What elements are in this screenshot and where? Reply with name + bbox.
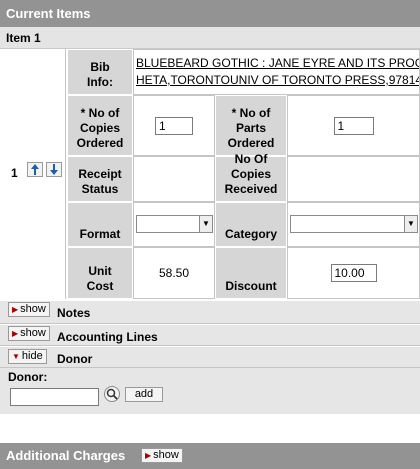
triangle-icon: ▶ <box>12 305 19 314</box>
bib-info-link-line1[interactable]: BLUEBEARD GOTHIC : JANE EYRE AND ITS PRO… <box>136 56 419 70</box>
donor-section-header: ▼ hide Donor <box>0 346 420 368</box>
add-donor-button[interactable]: add <box>125 387 163 402</box>
format-label: Format <box>67 202 133 247</box>
accounting-title: Accounting Lines <box>57 330 158 344</box>
current-items-title: Current Items <box>6 6 91 21</box>
unit-cost-label: Unit Cost <box>67 247 133 299</box>
copies-ordered-cell <box>133 95 215 156</box>
unit-cost-label-text: Unit Cost <box>86 264 114 293</box>
current-items-header: Current Items <box>0 0 420 27</box>
additional-charges-header: Additional Charges ▶ show <box>0 443 420 469</box>
receipt-status-cell <box>133 156 215 202</box>
format-select[interactable]: ▼ <box>136 215 213 233</box>
donor-input[interactable] <box>10 388 99 406</box>
parts-ordered-cell <box>287 95 420 156</box>
triangle-icon: ▶ <box>12 329 19 338</box>
copies-ordered-label-text: * No of Copies Ordered <box>76 106 124 150</box>
triangle-icon: ▼ <box>12 352 20 361</box>
copies-ordered-input[interactable] <box>155 116 193 135</box>
format-label-text: Format <box>79 227 121 241</box>
discount-cell <box>287 247 420 299</box>
copies-received-cell <box>287 156 420 202</box>
parts-ordered-input[interactable] <box>333 116 374 135</box>
receipt-status-label: Receipt Status <box>67 156 133 202</box>
donor-toggle-button[interactable]: ▼ hide <box>8 349 47 364</box>
unit-cost-value: 58.50 <box>158 266 190 280</box>
triangle-icon: ▶ <box>145 451 152 460</box>
category-label: Category <box>215 202 287 247</box>
category-select[interactable]: ▼ <box>290 215 418 233</box>
donor-panel: Donor: add <box>0 368 420 414</box>
notes-section: ▶ show Notes <box>0 300 420 324</box>
chevron-down-icon: ▼ <box>199 216 212 232</box>
bib-info-link-line2[interactable]: HETA,TORONTOUNIV OF TORONTO PRESS,97814 <box>136 73 419 87</box>
item-header: Item 1 <box>0 27 420 49</box>
additional-charges-toggle-label: show <box>153 449 179 461</box>
parts-ordered-label-text: * No of Parts Ordered <box>227 106 275 150</box>
add-donor-label: add <box>134 388 154 400</box>
unit-cost-cell: 58.50 <box>133 247 215 299</box>
bib-info-value: BLUEBEARD GOTHIC : JANE EYRE AND ITS PRO… <box>133 49 420 95</box>
bib-info-label: Bib Info: <box>67 49 133 95</box>
parts-ordered-label: * No of Parts Ordered <box>215 95 287 156</box>
copies-ordered-label: * No of Copies Ordered <box>67 95 133 156</box>
donor-field-label: Donor: <box>8 370 48 384</box>
row-index-cell: 1 <box>0 49 66 299</box>
accounting-lines-section: ▶ show Accounting Lines <box>0 324 420 346</box>
arrow-down-icon[interactable] <box>46 162 62 177</box>
row-number: 1 <box>11 166 18 180</box>
donor-toggle-label: hide <box>21 350 43 362</box>
bib-info-label-text: Bib Info: <box>87 60 113 89</box>
arrow-up-icon[interactable] <box>27 162 43 177</box>
discount-label-text: Discount <box>225 279 277 293</box>
chevron-down-icon: ▼ <box>404 216 417 232</box>
donor-title: Donor <box>57 352 93 366</box>
magnifier-icon[interactable] <box>104 386 120 402</box>
additional-charges-toggle-button[interactable]: ▶ show <box>141 448 183 463</box>
category-label-text: Category <box>224 227 277 241</box>
accounting-toggle-button[interactable]: ▶ show <box>8 326 50 341</box>
accounting-toggle-label: show <box>20 327 46 339</box>
copies-received-label-text: No Of Copies Received <box>224 152 278 196</box>
notes-toggle-label: show <box>20 303 46 315</box>
discount-label: Discount <box>215 247 287 299</box>
receipt-status-label-text: Receipt Status <box>78 167 122 196</box>
copies-received-label: No Of Copies Received <box>215 152 287 202</box>
item-title: Item 1 <box>6 31 41 45</box>
additional-charges-title: Additional Charges <box>6 448 126 463</box>
notes-toggle-button[interactable]: ▶ show <box>8 302 50 317</box>
discount-input[interactable] <box>330 264 377 282</box>
notes-title: Notes <box>57 306 91 320</box>
